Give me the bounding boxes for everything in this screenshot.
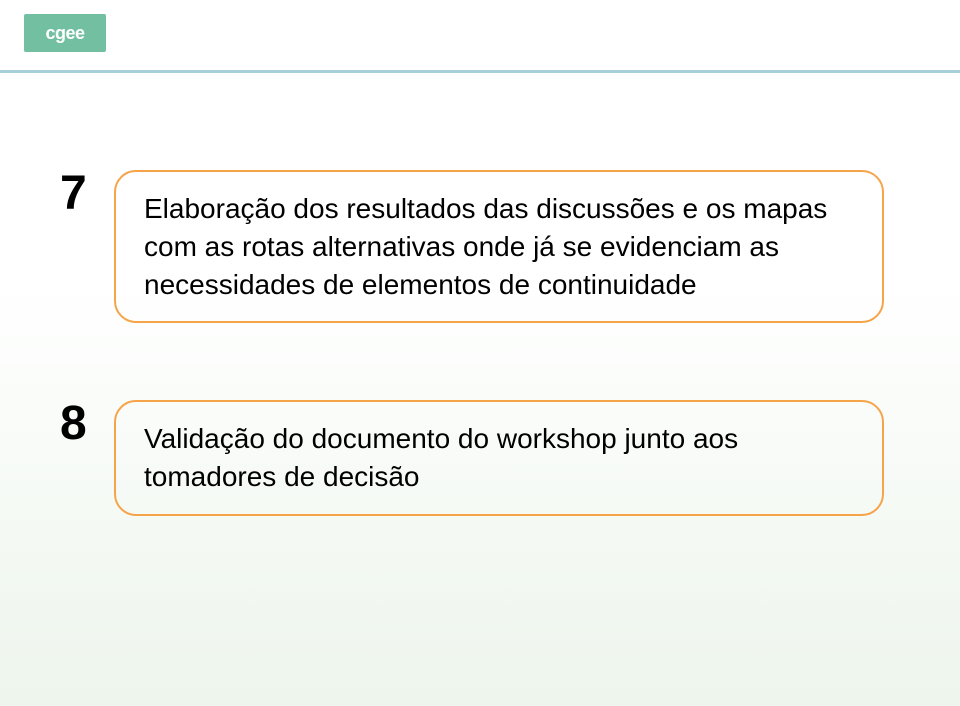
- list-item-7: 7 Elaboração dos resultados das discussõ…: [60, 170, 884, 323]
- item-number: 7: [60, 170, 100, 218]
- slide-content: 7 Elaboração dos resultados das discussõ…: [0, 0, 960, 706]
- item-box: Validação do documento do workshop junto…: [114, 400, 884, 516]
- list-item-8: 8 Validação do documento do workshop jun…: [60, 400, 884, 516]
- item-number: 8: [60, 400, 100, 448]
- item-box: Elaboração dos resultados das discussões…: [114, 170, 884, 323]
- item-text: Elaboração dos resultados das discussões…: [144, 190, 854, 303]
- item-text: Validação do documento do workshop junto…: [144, 420, 854, 496]
